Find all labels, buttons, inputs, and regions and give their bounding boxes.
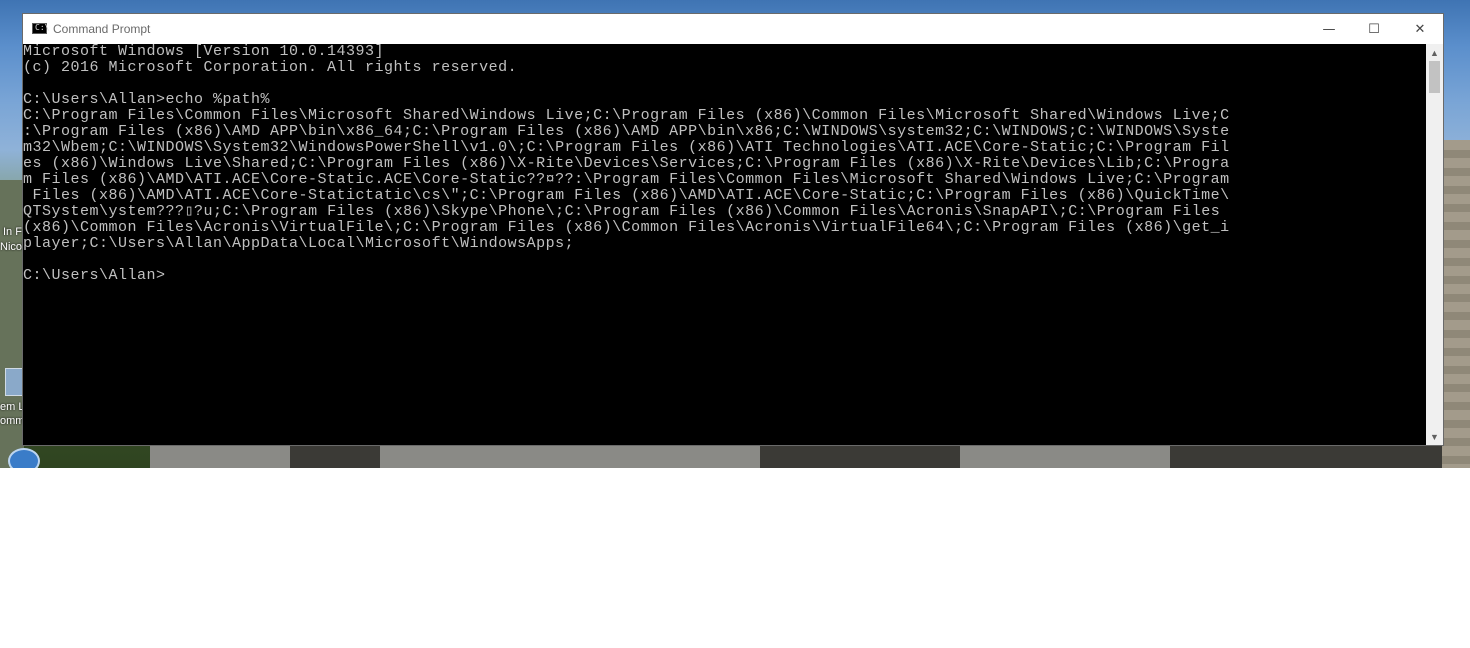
wallpaper-bridge-shadow <box>290 444 380 468</box>
desktop-icon-label[interactable]: In F <box>3 226 22 238</box>
close-button[interactable]: ✕ <box>1397 14 1443 44</box>
console-line: :\Program Files (x86)\AMD APP\bin\x86_64… <box>23 123 1230 140</box>
console-line: es (x86)\Windows Live\Shared;C:\Program … <box>23 155 1230 172</box>
wallpaper-bridge-shadow <box>1170 444 1442 468</box>
desktop-icon-label[interactable]: omm <box>0 415 24 427</box>
desktop-drive-icon[interactable] <box>8 448 40 468</box>
console-line: Files (x86)\AMD\ATI.ACE\Core-Statictatic… <box>23 187 1230 204</box>
scroll-up-icon[interactable]: ▲ <box>1426 44 1443 61</box>
desktop-icon-label[interactable]: em L <box>0 401 24 413</box>
console-line: (x86)\Common Files\Acronis\VirtualFile\;… <box>23 219 1230 236</box>
console-line: C:\Users\Allan>echo %path% <box>23 91 271 108</box>
maximize-button[interactable]: ☐ <box>1351 14 1397 44</box>
console-line: player;C:\Users\Allan\AppData\Local\Micr… <box>23 235 575 252</box>
desktop-file-icon[interactable] <box>5 368 25 396</box>
console-line: m32\Wbem;C:\WINDOWS\System32\WindowsPowe… <box>23 139 1230 156</box>
icon-glyph: C:\ <box>35 23 50 32</box>
wallpaper-bridge-segment <box>400 444 760 468</box>
minimize-icon: — <box>1322 21 1336 37</box>
console-line: C:\Program Files\Common Files\Microsoft … <box>23 107 1230 124</box>
wallpaper-right-edge <box>1442 140 1470 468</box>
maximize-icon: ☐ <box>1368 21 1380 37</box>
close-icon: ✕ <box>1414 21 1426 37</box>
window-titlebar[interactable]: C:\ Command Prompt — ☐ ✕ <box>23 14 1443 44</box>
scrollbar-thumb[interactable] <box>1429 61 1440 93</box>
scroll-down-icon[interactable]: ▼ <box>1426 428 1443 445</box>
window-title: Command Prompt <box>53 22 151 36</box>
command-prompt-window[interactable]: C:\ Command Prompt — ☐ ✕ Microsoft Windo… <box>23 14 1443 445</box>
console-line: QTSystem\ystem???▯?u;C:\Program Files (x… <box>23 203 1221 220</box>
console-line: m Files (x86)\AMD\ATI.ACE\Core-Static.AC… <box>23 171 1230 188</box>
vertical-scrollbar[interactable]: ▲ ▼ <box>1426 44 1443 445</box>
console-prompt-line[interactable]: C:\Users\Allan> <box>23 268 1426 284</box>
minimize-button[interactable]: — <box>1306 14 1352 44</box>
command-prompt-icon[interactable]: C:\ <box>32 23 50 34</box>
desktop-icon-label[interactable]: Nicol <box>0 241 24 253</box>
console-line: Microsoft Windows [Version 10.0.14393] <box>23 43 385 60</box>
console-output[interactable]: Microsoft Windows [Version 10.0.14393] (… <box>23 44 1426 445</box>
wallpaper-bridge-segment <box>960 444 1170 468</box>
wallpaper-bridge-shadow <box>760 444 960 468</box>
console-line: (c) 2016 Microsoft Corporation. All righ… <box>23 59 518 76</box>
